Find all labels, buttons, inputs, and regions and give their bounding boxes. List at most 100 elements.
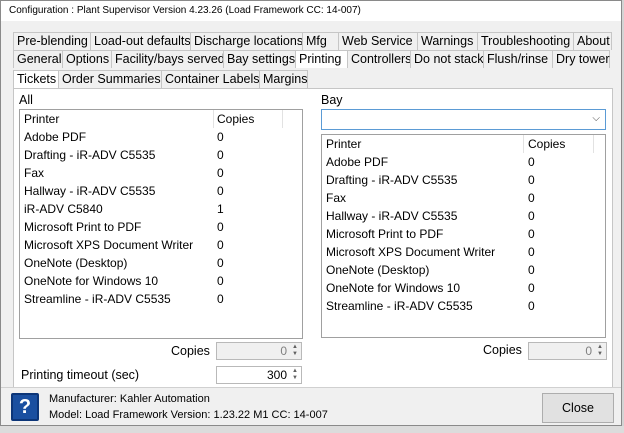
printer-name: OneNote for Windows 10 — [24, 274, 159, 288]
printer-copies: 0 — [217, 238, 224, 252]
printer-name: Microsoft Print to PDF — [326, 227, 444, 241]
printer-copies: 0 — [217, 166, 224, 180]
list-item[interactable]: Drafting - iR-ADV C5535 0 — [20, 146, 302, 164]
tab-pre-blending[interactable]: Pre-blending — [13, 32, 91, 50]
printer-copies: 0 — [528, 191, 535, 205]
tab-row-2: General Options Facility/bays served Bay… — [13, 50, 610, 68]
tab-facility-bays-served[interactable]: Facility/bays served — [111, 50, 225, 68]
printer-name: Fax — [326, 191, 347, 205]
tab-load-out-defaults[interactable]: Load-out defaults — [90, 32, 191, 50]
printer-name: Hallway - iR-ADV C5535 — [24, 184, 156, 198]
chevron-down-icon[interactable]: ⌵ — [592, 113, 600, 124]
list-item[interactable]: Drafting - iR-ADV C5535 0 — [322, 171, 605, 189]
printer-copies: 0 — [528, 263, 535, 277]
list-item[interactable]: Microsoft XPS Document Writer 0 — [20, 236, 302, 254]
printing-timeout-stepper[interactable]: 300 ▲ ▼ — [216, 366, 302, 384]
spinner-arrows-icon[interactable]: ▲ ▼ — [290, 344, 300, 358]
printer-copies: 0 — [217, 256, 224, 270]
list-item[interactable]: OneNote (Desktop) 0 — [322, 261, 605, 279]
list-item[interactable]: Microsoft Print to PDF 0 — [322, 225, 605, 243]
tab-margins[interactable]: Margins — [259, 70, 308, 88]
list-item[interactable]: OneNote for Windows 10 0 — [322, 279, 605, 297]
list-item[interactable]: iR-ADV C5840 1 — [20, 200, 302, 218]
list-item[interactable]: Streamline - iR-ADV C5535 0 — [20, 290, 302, 308]
list-item[interactable]: Streamline - iR-ADV C5535 0 — [322, 297, 605, 315]
printer-name: Drafting - iR-ADV C5535 — [24, 148, 156, 162]
column-header-printer[interactable]: Printer — [24, 112, 59, 126]
bay-copies-stepper[interactable]: 0 ▲ ▼ — [528, 342, 607, 360]
printer-name: Streamline - iR-ADV C5535 — [24, 292, 171, 306]
list-item[interactable]: Microsoft Print to PDF 0 — [20, 218, 302, 236]
list-item[interactable]: Fax 0 — [322, 189, 605, 207]
printer-copies: 0 — [528, 155, 535, 169]
list-item[interactable]: Fax 0 — [20, 164, 302, 182]
model-text: Model: Load Framework Version: 1.23.22 M… — [49, 409, 328, 421]
tab-dry-tower[interactable]: Dry tower — [552, 50, 610, 68]
manufacturer-text: Manufacturer: Kahler Automation — [49, 393, 210, 405]
printer-copies: 0 — [528, 299, 535, 313]
tab-flush-rinse[interactable]: Flush/rinse — [483, 50, 553, 68]
tab-controllers[interactable]: Controllers — [347, 50, 411, 68]
list-item[interactable]: Adobe PDF 0 — [20, 128, 302, 146]
printer-name: Adobe PDF — [24, 130, 87, 144]
tab-do-not-stack[interactable]: Do not stack — [410, 50, 484, 68]
printer-name: Microsoft XPS Document Writer — [24, 238, 194, 252]
bay-select[interactable]: ⌵ — [321, 109, 606, 130]
tab-options[interactable]: Options — [62, 50, 112, 68]
printing-timeout-label: Printing timeout (sec) — [21, 368, 140, 382]
list-item[interactable]: OneNote (Desktop) 0 — [20, 254, 302, 272]
printer-copies: 0 — [217, 184, 224, 198]
tab-general[interactable]: General — [13, 50, 63, 68]
column-header-printer[interactable]: Printer — [326, 137, 361, 151]
printer-name: OneNote for Windows 10 — [326, 281, 461, 295]
printer-name: Fax — [24, 166, 45, 180]
printer-name: Streamline - iR-ADV C5535 — [326, 299, 473, 313]
tab-about[interactable]: About — [573, 32, 612, 50]
printing-timeout-value: 300 — [266, 368, 287, 382]
column-divider — [593, 135, 594, 153]
tab-row-1: Pre-blending Load-out defaults Discharge… — [13, 32, 612, 50]
column-header-copies[interactable]: Copies — [217, 112, 254, 126]
tab-bay-settings[interactable]: Bay settings — [223, 50, 296, 68]
printer-copies: 0 — [528, 173, 535, 187]
list-item[interactable]: Microsoft XPS Document Writer 0 — [322, 243, 605, 261]
window-title: Configuration : Plant Supervisor Version… — [1, 1, 621, 21]
list-header: Printer Copies — [20, 110, 302, 128]
printer-copies: 0 — [528, 209, 535, 223]
tab-printing[interactable]: Printing — [295, 50, 348, 68]
list-item[interactable]: OneNote for Windows 10 0 — [20, 272, 302, 290]
configuration-window: Configuration : Plant Supervisor Version… — [0, 0, 622, 426]
all-copies-stepper[interactable]: 0 ▲ ▼ — [216, 342, 302, 360]
tab-discharge-locations[interactable]: Discharge locations — [190, 32, 303, 50]
printer-copies: 0 — [217, 292, 224, 306]
column-header-copies[interactable]: Copies — [528, 137, 565, 151]
close-button[interactable]: Close — [542, 393, 614, 423]
tab-mfg[interactable]: Mfg — [302, 32, 339, 50]
printer-name: iR-ADV C5840 — [24, 202, 103, 216]
tab-order-summaries[interactable]: Order Summaries — [58, 70, 162, 88]
tab-row-3: Tickets Order Summaries Container Labels… — [13, 70, 308, 88]
printer-name: Adobe PDF — [326, 155, 389, 169]
bay-printers-list[interactable]: Printer Copies Adobe PDF 0 Drafting - iR… — [321, 134, 606, 338]
footer-divider — [1, 387, 621, 388]
tab-warnings[interactable]: Warnings — [417, 32, 478, 50]
all-copies-value: 0 — [280, 344, 287, 358]
spinner-arrows-icon[interactable]: ▲ ▼ — [290, 368, 300, 382]
list-header: Printer Copies — [322, 135, 605, 153]
printer-name: OneNote (Desktop) — [326, 263, 430, 277]
spinner-arrows-icon[interactable]: ▲ ▼ — [595, 344, 605, 358]
all-printers-list[interactable]: Printer Copies Adobe PDF 0 Drafting - iR… — [19, 109, 303, 339]
tab-troubleshooting[interactable]: Troubleshooting — [477, 32, 574, 50]
all-group-label: All — [19, 93, 33, 107]
printer-name: Microsoft Print to PDF — [24, 220, 142, 234]
tab-web-service[interactable]: Web Service — [338, 32, 418, 50]
tab-tickets[interactable]: Tickets — [13, 70, 59, 88]
printer-name: Drafting - iR-ADV C5535 — [326, 173, 458, 187]
tab-container-labels[interactable]: Container Labels — [161, 70, 260, 88]
list-item[interactable]: Adobe PDF 0 — [322, 153, 605, 171]
printer-copies: 0 — [217, 130, 224, 144]
help-icon[interactable]: ? — [11, 393, 39, 421]
list-item[interactable]: Hallway - iR-ADV C5535 0 — [20, 182, 302, 200]
list-item[interactable]: Hallway - iR-ADV C5535 0 — [322, 207, 605, 225]
printer-copies: 0 — [217, 220, 224, 234]
